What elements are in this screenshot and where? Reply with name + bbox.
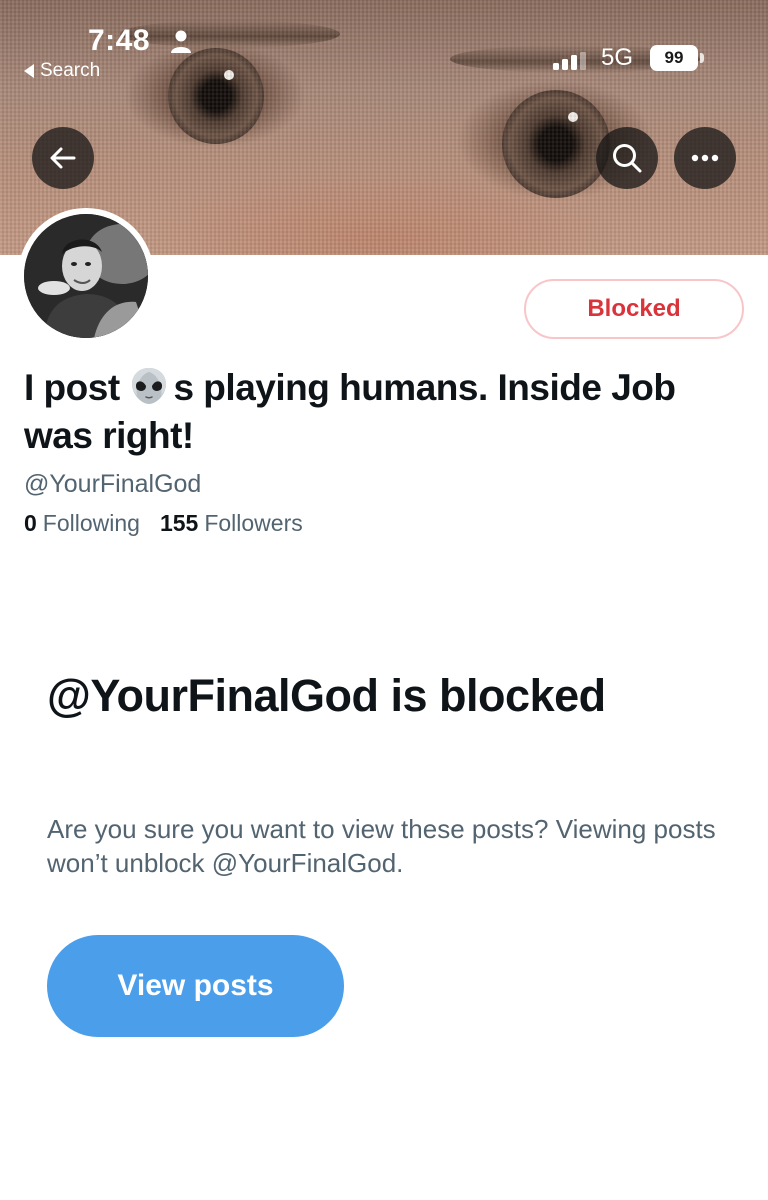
battery-icon: 99 xyxy=(650,45,698,71)
arrow-left-icon xyxy=(50,147,76,169)
followers-link[interactable]: 155 Followers xyxy=(160,510,303,537)
avatar-portrait xyxy=(24,214,148,338)
back-button[interactable] xyxy=(32,127,94,189)
avatar[interactable] xyxy=(18,208,154,344)
person-icon xyxy=(171,30,191,53)
blocked-notice-description: Are you sure you want to view these post… xyxy=(47,814,716,878)
alien-icon xyxy=(132,368,167,404)
back-to-app-label: Search xyxy=(40,60,101,81)
back-to-app-link[interactable]: Search xyxy=(24,60,100,82)
search-button[interactable] xyxy=(596,127,658,189)
profile-display-name: I post s playing humans. Inside Job was … xyxy=(24,364,724,460)
blocked-notice-title: @YourFinalGod is blocked xyxy=(47,670,606,721)
search-icon xyxy=(613,144,642,173)
following-link[interactable]: 0 Following xyxy=(24,510,140,537)
view-posts-button[interactable]: View posts xyxy=(47,935,344,1037)
followers-label: Followers xyxy=(204,510,303,536)
display-name-part-1: I post xyxy=(24,367,130,408)
follow-stats: 0 Following 155 Followers xyxy=(24,510,303,537)
signal-icon xyxy=(553,52,586,70)
avatar-image xyxy=(24,214,148,338)
network-type: 5G xyxy=(601,44,634,71)
battery-tip xyxy=(700,53,704,63)
more-options-button[interactable] xyxy=(674,127,736,189)
back-triangle-icon xyxy=(24,64,34,78)
following-count: 0 xyxy=(24,510,37,536)
more-horizontal-icon xyxy=(691,154,719,162)
following-label: Following xyxy=(42,510,140,536)
profile-handle: @YourFinalGod xyxy=(24,470,202,498)
blocked-button[interactable]: Blocked xyxy=(524,279,744,339)
status-time: 7:48 xyxy=(88,24,151,57)
followers-count: 155 xyxy=(159,510,199,536)
